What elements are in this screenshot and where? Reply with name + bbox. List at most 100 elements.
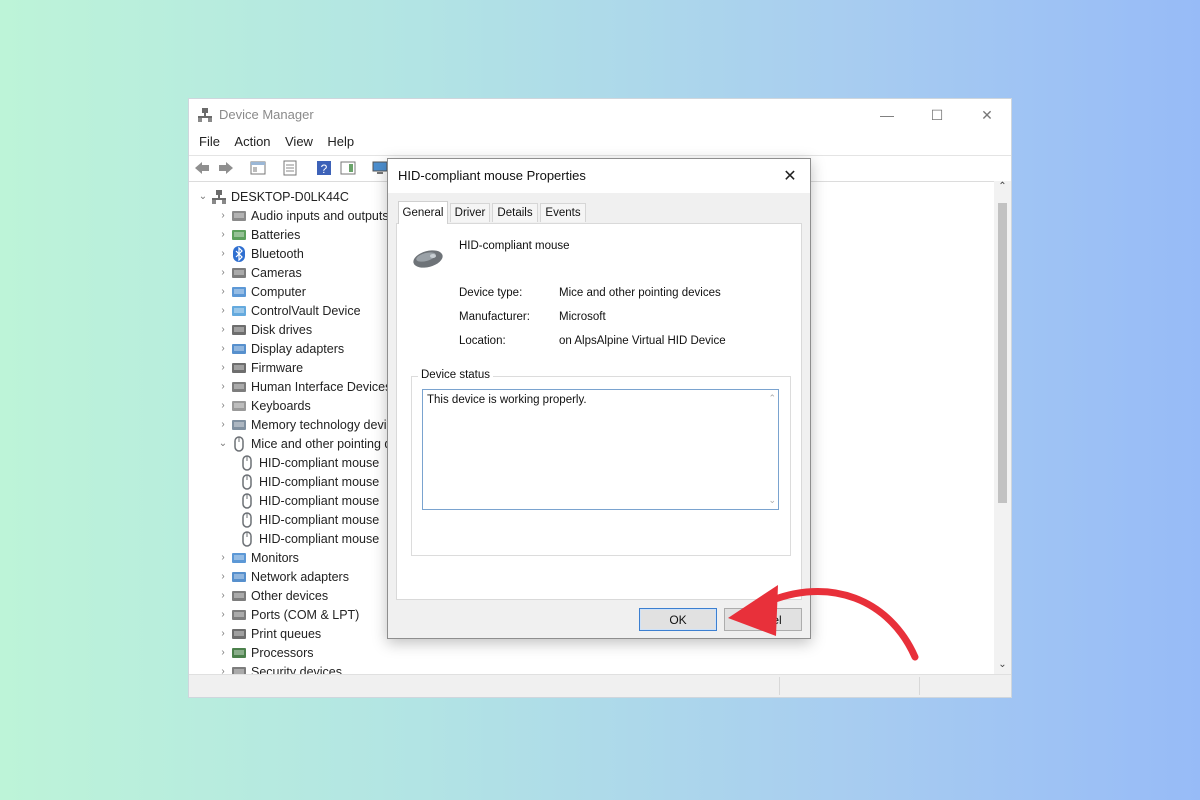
tab-details[interactable]: Details (492, 203, 538, 222)
manufacturer-value: Microsoft (559, 311, 606, 323)
tree-category-row[interactable]: › Disk drives (217, 320, 312, 339)
show-hide-console-tree-icon[interactable] (249, 159, 267, 177)
chevron-right-icon[interactable]: › (217, 286, 229, 297)
tree-category-row[interactable]: › Ports (COM & LPT) (217, 605, 359, 624)
manufacturer-label: Manufacturer: (459, 311, 530, 323)
chevron-right-icon[interactable]: › (217, 552, 229, 563)
chevron-right-icon[interactable]: › (217, 229, 229, 240)
tree-category-row[interactable]: › Display adapters (217, 339, 344, 358)
hid-icon (231, 379, 247, 395)
menu-help[interactable]: Help (322, 131, 359, 153)
tree-category-row[interactable]: › Cameras (217, 263, 302, 282)
dialog-title-bar[interactable]: HID-compliant mouse Properties ✕ (388, 159, 810, 193)
other-devices-icon (231, 588, 247, 604)
tree-root-label: DESKTOP-D0LK44C (231, 189, 349, 204)
chevron-right-icon[interactable]: › (217, 571, 229, 582)
chevron-right-icon[interactable]: › (217, 590, 229, 601)
tree-category-row[interactable]: › Firmware (217, 358, 303, 377)
chevron-right-icon[interactable]: › (217, 267, 229, 278)
tree-child-row[interactable]: HID-compliant mouse (237, 453, 379, 472)
tab-general[interactable]: General (398, 201, 448, 224)
tree-category-row[interactable]: › Batteries (217, 225, 300, 244)
speaker-icon (231, 208, 247, 224)
properties-dialog: HID-compliant mouse Properties ✕ General… (387, 158, 811, 639)
chevron-right-icon[interactable]: › (217, 324, 229, 335)
dialog-close-button[interactable]: ✕ (770, 159, 810, 193)
tree-item-label: Cameras (251, 265, 302, 280)
device-type-value: Mice and other pointing devices (559, 287, 721, 299)
tree-item-label: Display adapters (251, 341, 345, 356)
network-adapter-icon (231, 569, 247, 585)
chevron-right-icon[interactable]: › (217, 647, 229, 658)
cancel-button[interactable]: Cancel (724, 608, 802, 631)
tree-category-row[interactable]: › Human Interface Devices (217, 377, 391, 396)
help-icon[interactable]: ? (315, 159, 333, 177)
chevron-down-icon[interactable]: ⌄ (217, 438, 229, 449)
scroll-thumb[interactable] (998, 203, 1007, 503)
menu-action[interactable]: Action (229, 131, 275, 153)
chevron-right-icon[interactable]: › (217, 210, 229, 221)
chevron-right-icon[interactable]: › (217, 400, 229, 411)
tree-item-label: Disk drives (251, 322, 313, 337)
back-arrow-icon[interactable] (193, 159, 211, 177)
tab-driver[interactable]: Driver (450, 203, 490, 222)
textbox-scroll-up-icon[interactable]: ⌃ (768, 393, 776, 404)
port-icon (231, 607, 247, 623)
tree-category-row[interactable]: › Audio inputs and outputs (217, 206, 389, 225)
chevron-right-icon[interactable]: › (217, 305, 229, 316)
chevron-right-icon[interactable]: › (217, 343, 229, 354)
tree-item-label: HID-compliant mouse (259, 512, 380, 527)
tree-scrollbar[interactable]: ⌃ ⌄ (994, 181, 1011, 675)
chevron-right-icon[interactable]: › (217, 248, 229, 259)
computer-root-icon (212, 189, 226, 204)
title-bar[interactable]: Device Manager — ☐ ✕ (189, 99, 1011, 131)
disk-drive-icon (231, 322, 247, 338)
tree-child-row[interactable]: HID-compliant mouse (237, 529, 379, 548)
tree-item-label: Bluetooth (251, 246, 304, 261)
tree-category-row[interactable]: › Other devices (217, 586, 328, 605)
tree-category-row[interactable]: › Memory technology devices (217, 415, 406, 434)
mouse-icon (239, 530, 255, 547)
tree-root-row[interactable]: ⌄ DESKTOP-D0LK44C (197, 187, 349, 206)
chevron-right-icon[interactable]: › (217, 609, 229, 620)
tree-child-row[interactable]: HID-compliant mouse (237, 510, 379, 529)
tree-item-label: Audio inputs and outputs (251, 208, 389, 223)
tree-child-row[interactable]: HID-compliant mouse (237, 491, 379, 510)
ok-button[interactable]: OK (639, 608, 717, 631)
chevron-right-icon[interactable]: › (217, 628, 229, 639)
scroll-up-icon[interactable]: ⌃ (994, 181, 1011, 197)
monitor-icon (231, 550, 247, 566)
minimize-button[interactable]: — (864, 99, 910, 131)
tree-item-label: Human Interface Devices (251, 379, 392, 394)
scroll-down-icon[interactable]: ⌄ (994, 659, 1011, 675)
forward-arrow-icon[interactable] (217, 159, 235, 177)
battery-icon (231, 227, 247, 243)
tree-item-label: Firmware (251, 360, 304, 375)
properties-icon[interactable] (281, 159, 299, 177)
tree-category-row[interactable]: › Processors (217, 643, 313, 662)
device-status-textbox[interactable]: This device is working properly. ⌃ ⌄ (422, 389, 779, 510)
tree-item-label: Keyboards (251, 398, 311, 413)
chevron-down-icon[interactable]: ⌄ (197, 191, 209, 202)
tab-events[interactable]: Events (540, 203, 586, 222)
maximize-button[interactable]: ☐ (914, 99, 960, 131)
tree-category-row[interactable]: › ControlVault Device (217, 301, 360, 320)
tree-child-row[interactable]: HID-compliant mouse (237, 472, 379, 491)
tree-category-row[interactable]: › Computer (217, 282, 306, 301)
tree-category-row[interactable]: › Keyboards (217, 396, 311, 415)
tree-category-row[interactable]: › Network adapters (217, 567, 349, 586)
svg-text:?: ? (321, 162, 328, 176)
action-pane-icon[interactable] (339, 159, 357, 177)
menu-view[interactable]: View (280, 131, 318, 153)
location-value: on AlpsAlpine Virtual HID Device (559, 335, 726, 347)
menu-file[interactable]: File (194, 131, 225, 153)
chevron-right-icon[interactable]: › (217, 419, 229, 430)
mouse-icon (239, 454, 255, 471)
chevron-right-icon[interactable]: › (217, 381, 229, 392)
textbox-scroll-down-icon[interactable]: ⌄ (768, 495, 776, 506)
tree-category-row[interactable]: › Print queues (217, 624, 321, 643)
chevron-right-icon[interactable]: › (217, 362, 229, 373)
tree-category-row[interactable]: › Bluetooth (217, 244, 304, 263)
close-button[interactable]: ✕ (964, 99, 1010, 131)
tree-category-row[interactable]: › Monitors (217, 548, 299, 567)
